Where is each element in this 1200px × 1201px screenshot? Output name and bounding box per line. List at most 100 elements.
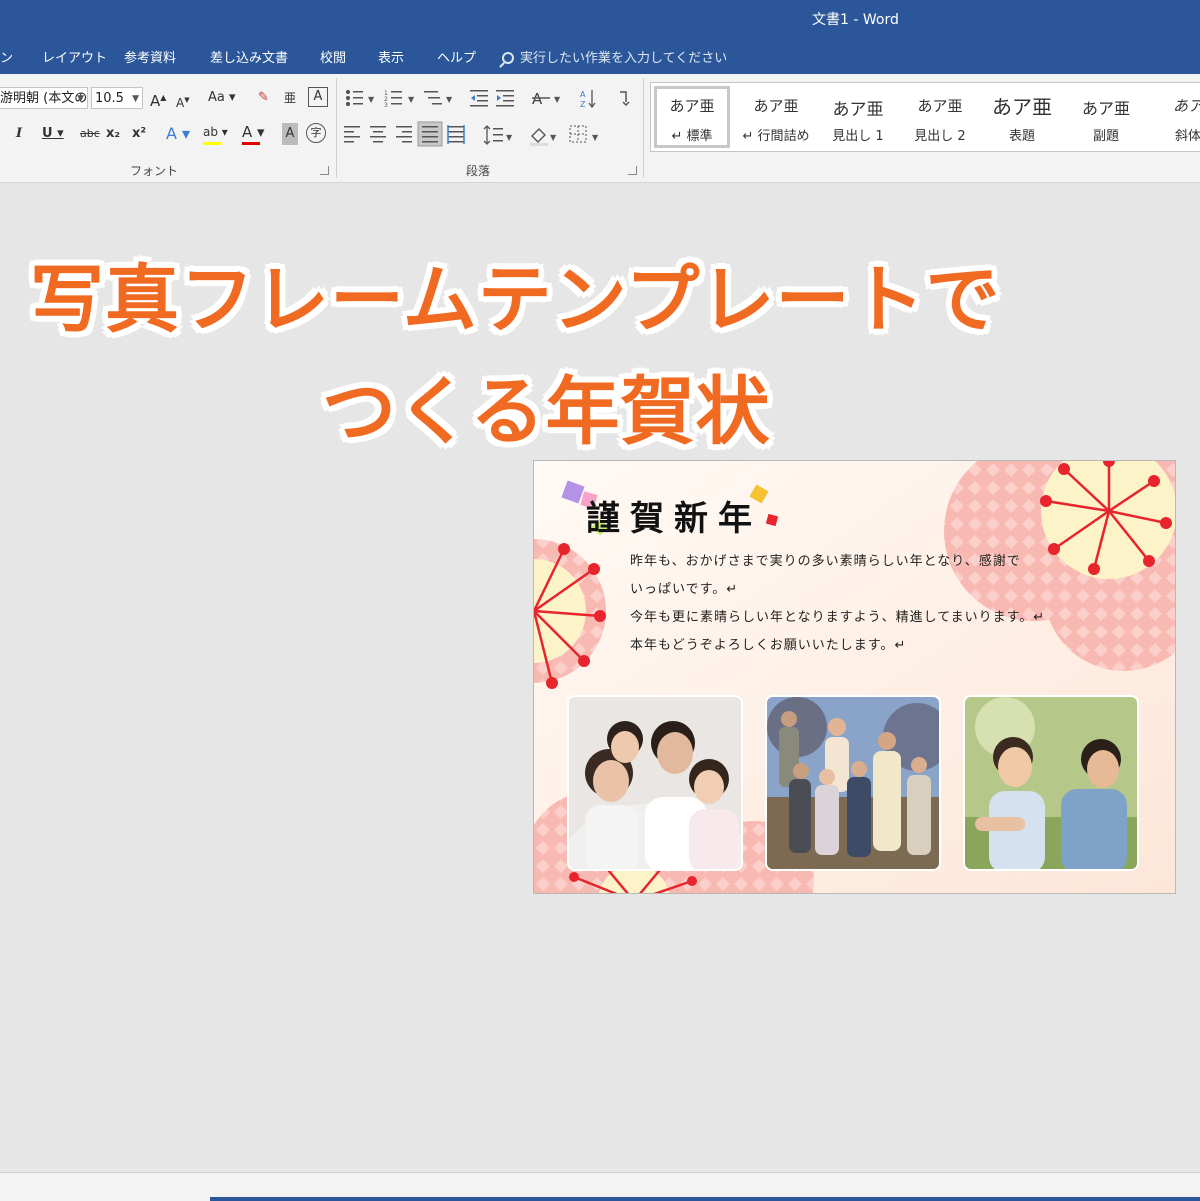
enclose-char-button[interactable]: 字: [306, 123, 326, 143]
change-case-icon: Aa: [208, 90, 225, 105]
style-subtitle[interactable]: あア亜 副題: [1065, 83, 1147, 151]
style-sample: あア亜: [992, 95, 1052, 119]
tab-layout[interactable]: レイアウト: [42, 47, 107, 66]
title-bar: 文書1 - Word: [0, 0, 1200, 36]
text-effects-button[interactable]: A ▾: [166, 123, 190, 145]
font-dialog-launcher[interactable]: [320, 166, 329, 175]
highlight-color-bar: [203, 142, 221, 145]
style-sample: あア亜: [1081, 99, 1130, 118]
svg-text:▼: ▼: [408, 95, 415, 104]
search-icon: [502, 52, 514, 64]
asian-layout-icon: A: [532, 90, 550, 108]
enclose-char-icon: 字: [310, 126, 322, 139]
group-divider: [643, 78, 644, 178]
phonetic-guide-button[interactable]: 亜: [284, 87, 296, 109]
card-message-line: 昨年も、おかげさまで実りの多い素晴らしい年となり、感謝で: [630, 554, 1021, 569]
new-year-card[interactable]: 謹賀新年 昨年も、おかげさまで実りの多い素晴らしい年となり、感謝で いっぱいです…: [533, 460, 1176, 894]
card-message-line: いっぱいです。↵: [630, 582, 739, 597]
borders-icon: [569, 125, 587, 143]
headline-line-1: 写真フレームテンプレートで: [30, 257, 1001, 343]
strikethrough-button[interactable]: abc: [80, 123, 100, 145]
decrease-indent-icon: [470, 90, 488, 107]
status-bar: [0, 1172, 1200, 1201]
style-sample: あア亜: [832, 100, 884, 120]
font-size-value: 10.5: [95, 91, 124, 106]
highlight-button[interactable]: ab ▾: [203, 121, 228, 143]
font-name-value: 游明朝 (本文の: [0, 91, 88, 106]
tab-references[interactable]: 参考資料: [124, 47, 176, 66]
style-gallery: あア亜 ↵ 標準 あア亜 ↵ 行間詰め あア亜 見出し 1 あア亜 見出し 2 …: [650, 82, 1200, 152]
numbering-icon: 123: [384, 90, 402, 109]
paragraph-tools: ▼ 123 ▼ ▼ A ▼ AZ ▼ ▼ ▼: [344, 89, 630, 147]
char-border-button[interactable]: A: [308, 87, 328, 107]
style-title[interactable]: あア亜 表題: [981, 83, 1063, 151]
tab-help[interactable]: ヘルプ: [437, 47, 476, 66]
increase-indent-icon: [496, 90, 514, 107]
photo-frame-family[interactable]: [567, 695, 743, 871]
svg-text:▼: ▼: [554, 95, 561, 104]
change-case-button[interactable]: Aa ▾: [208, 87, 236, 109]
subscript-button[interactable]: x₂: [106, 123, 120, 145]
svg-text:▼: ▼: [446, 95, 453, 104]
kids-photo: [965, 697, 1137, 869]
distributed-icon: [447, 125, 465, 144]
font-color-bar: [242, 142, 260, 145]
subscript-icon: x₂: [106, 126, 121, 141]
style-normal[interactable]: あア亜 ↵ 標準: [651, 83, 733, 151]
paragraph-dialog-launcher[interactable]: [628, 166, 637, 175]
char-shading-icon: A: [285, 126, 295, 141]
style-heading-1[interactable]: あア亜 見出し 1: [817, 83, 899, 151]
align-left-icon: [344, 126, 360, 143]
style-name: 斜体: [1174, 129, 1200, 144]
chevron-down-icon: ▼: [77, 94, 84, 104]
style-emphasis[interactable]: あア 斜体: [1147, 83, 1200, 151]
svg-text:▼: ▼: [368, 95, 375, 104]
style-no-spacing[interactable]: あア亜 ↵ 行間詰め: [735, 83, 817, 151]
phonetic-guide-icon: 亜: [284, 91, 297, 105]
card-message-line: 今年も更に素晴らしい年となりますよう、精進してまいります。↵: [630, 610, 1046, 625]
photo-frame-kids[interactable]: [963, 695, 1139, 871]
italic-button[interactable]: I: [16, 123, 22, 145]
svg-text:A: A: [532, 90, 543, 108]
style-heading-2[interactable]: あア亜 見出し 2: [899, 83, 981, 151]
font-name-combo[interactable]: 游明朝 (本文の ▼: [0, 87, 88, 109]
align-right-icon: [396, 126, 412, 143]
svg-text:▼: ▼: [506, 133, 513, 142]
tab-view[interactable]: 表示: [378, 47, 404, 66]
font-size-combo[interactable]: 10.5 ▼: [91, 87, 143, 109]
multilevel-list-icon: [424, 91, 442, 105]
style-name: 副題: [1092, 129, 1119, 144]
paragraph-group-label: 段落: [466, 164, 491, 178]
font-color-button[interactable]: A ▾: [242, 121, 265, 143]
style-sample: あア亜: [669, 97, 715, 115]
underline-button[interactable]: U ▾: [42, 123, 64, 145]
window-title: 文書1 - Word: [812, 12, 899, 28]
style-sample: あア亜: [917, 97, 963, 115]
highlighter-icon: ab: [203, 125, 218, 139]
tab-design[interactable]: ン: [0, 47, 13, 66]
char-shading-button[interactable]: A: [282, 123, 298, 145]
headline-line-2: つくる年賀状: [322, 369, 771, 455]
tab-mailings[interactable]: 差し込み文書: [210, 47, 288, 66]
style-name: ↵ 行間詰め: [742, 129, 810, 144]
text-effects-icon: A: [166, 124, 177, 143]
grow-font-button[interactable]: A▲: [150, 87, 166, 110]
underline-icon: U: [42, 126, 53, 141]
shading-icon: [530, 128, 548, 146]
style-sample: あア: [1172, 97, 1200, 115]
ribbon: 游明朝 (本文の ▼ 10.5 ▼ A▲ A▼ Aa ▾ ✎ 亜 A I U ▾ a…: [0, 74, 1200, 183]
family-photo: [569, 697, 741, 869]
style-name: 見出し 2: [914, 129, 966, 144]
shrink-font-button[interactable]: A▼: [176, 89, 190, 111]
eraser-icon: ✎: [258, 90, 269, 105]
svg-text:A: A: [580, 90, 586, 99]
ribbon-tab-bar: ン レイアウト 参考資料 差し込み文書 校閲 表示 ヘルプ 実行したい作業を入力…: [0, 36, 1200, 74]
style-sample: あア亜: [753, 97, 799, 115]
group-divider: [336, 78, 337, 178]
superscript-button[interactable]: x²: [132, 123, 146, 145]
photo-frame-group[interactable]: [765, 695, 941, 871]
clear-format-button[interactable]: ✎: [258, 87, 269, 109]
tab-review[interactable]: 校閲: [320, 47, 346, 66]
card-message-line: 本年もどうぞよろしくお願いいたします。↵: [630, 638, 907, 653]
tell-me-search[interactable]: 実行したい作業を入力してください: [502, 47, 727, 66]
